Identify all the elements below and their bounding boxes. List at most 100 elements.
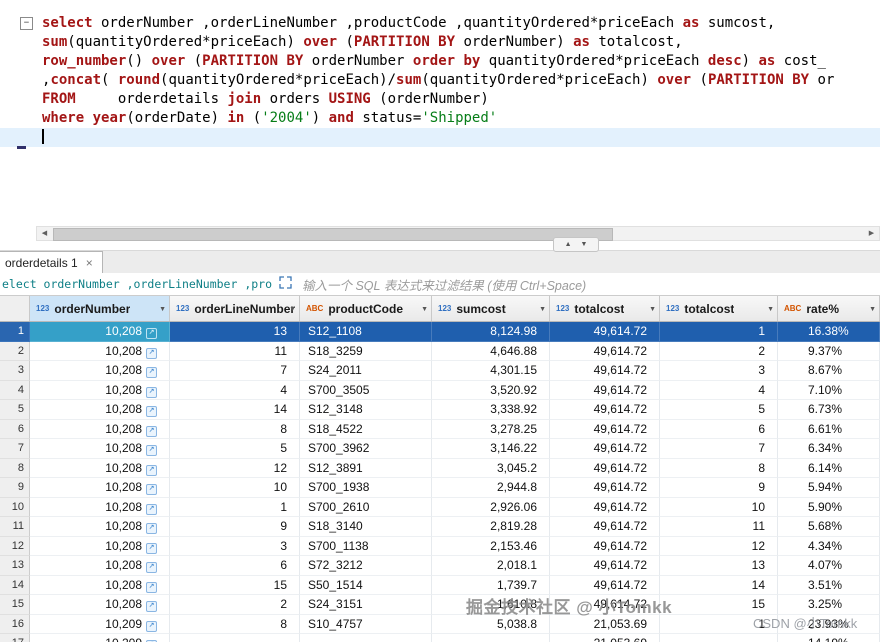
grid-cell[interactable]: 8 bbox=[660, 458, 778, 478]
column-dropdown-icon[interactable]: ▼ bbox=[421, 306, 428, 313]
grid-cell[interactable]: 10,208 ↗ bbox=[30, 556, 170, 576]
grid-cell[interactable]: 49,614.72 bbox=[550, 380, 660, 400]
grid-cell[interactable]: 13 bbox=[170, 322, 300, 342]
grid-cell[interactable]: S700_1938 bbox=[300, 478, 432, 498]
grid-cell[interactable]: 5 bbox=[170, 439, 300, 459]
row-number[interactable]: 6 bbox=[0, 419, 30, 439]
table-row[interactable]: 12 10,208 ↗ 3 S700_1138 2,153.46 49,614.72 12 4.… bbox=[0, 536, 880, 556]
grid-cell[interactable]: 8,124.98 bbox=[432, 322, 550, 342]
fk-link-icon[interactable]: ↗ bbox=[146, 542, 157, 554]
grid-cell[interactable]: 15 bbox=[660, 595, 778, 615]
grid-cell[interactable]: 14 bbox=[660, 575, 778, 595]
grid-cell[interactable]: S10_4757 bbox=[300, 614, 432, 634]
column-header-2-productCode[interactable]: ABC productCode ▼ bbox=[300, 296, 432, 321]
grid-cell[interactable]: 12 bbox=[660, 536, 778, 556]
grid-cell[interactable]: 21,053.69 bbox=[550, 634, 660, 642]
fk-link-icon[interactable]: ↗ bbox=[146, 347, 157, 359]
code-line[interactable]: FROM orderdetails join orders USING (ord… bbox=[0, 90, 880, 109]
grid-cell[interactable]: S12_3148 bbox=[300, 400, 432, 420]
column-dropdown-icon[interactable]: ▼ bbox=[869, 306, 876, 313]
grid-cell[interactable]: 5.94% bbox=[778, 478, 880, 498]
column-dropdown-icon[interactable]: ▼ bbox=[767, 306, 774, 313]
row-number[interactable]: 15 bbox=[0, 595, 30, 615]
grid-cell[interactable]: 9 bbox=[660, 478, 778, 498]
table-row[interactable]: 14 10,208 ↗ 15 S50_1514 1,739.7 49,614.72 14 3.5… bbox=[0, 575, 880, 595]
grid-cell[interactable]: 3,338.92 bbox=[432, 400, 550, 420]
grid-cell[interactable]: 49,614.72 bbox=[550, 536, 660, 556]
grid-cell[interactable]: S700_3962 bbox=[300, 439, 432, 459]
grid-cell[interactable]: 8.67% bbox=[778, 361, 880, 381]
grid-cell[interactable]: 3.25% bbox=[778, 595, 880, 615]
grid-cell[interactable]: S72_3212 bbox=[300, 556, 432, 576]
grid-cell[interactable]: 3.51% bbox=[778, 575, 880, 595]
fk-link-icon[interactable]: ↗ bbox=[146, 406, 157, 417]
column-header-5-totalcost[interactable]: 123 totalcost ▼ bbox=[660, 296, 778, 321]
column-dropdown-icon[interactable]: ▼ bbox=[539, 306, 546, 313]
fk-link-icon[interactable]: ↗ bbox=[146, 562, 157, 573]
grid-cell[interactable]: 10,208 ↗ bbox=[30, 380, 170, 400]
grid-cell[interactable]: 3,146.22 bbox=[432, 439, 550, 459]
grid-cell[interactable]: 3,520.92 bbox=[432, 380, 550, 400]
column-dropdown-icon[interactable]: ▼ bbox=[159, 306, 166, 313]
row-number[interactable]: 16 bbox=[0, 614, 30, 634]
grid-cell[interactable]: 49,614.72 bbox=[550, 419, 660, 439]
table-row[interactable]: 6 10,208 ↗ 8 S18_4522 3,278.25 49,614.72 6 6.61% bbox=[0, 419, 880, 439]
table-row[interactable]: 1 10,208 ↗ 13 S12_1108 8,124.98 49,614.72 1 16.3… bbox=[0, 322, 880, 342]
fk-link-icon[interactable]: ↗ bbox=[146, 601, 157, 612]
fk-link-icon[interactable]: ↗ bbox=[146, 425, 157, 437]
scrollbar-thumb[interactable] bbox=[53, 228, 613, 241]
table-row[interactable]: 13 10,208 ↗ 6 S72_3212 2,018.1 49,614.72 13 4.07… bbox=[0, 556, 880, 576]
grid-cell[interactable]: 2 bbox=[660, 341, 778, 361]
grid-cell[interactable]: 49,614.72 bbox=[550, 458, 660, 478]
grid-cell[interactable]: 10 bbox=[660, 497, 778, 517]
grid-cell[interactable]: S700_2610 bbox=[300, 497, 432, 517]
table-row[interactable]: 16 10,209 ↗ 8 S10_4757 5,038.8 21,053.69 1 23.93… bbox=[0, 614, 880, 634]
row-number[interactable]: 14 bbox=[0, 575, 30, 595]
grid-cell[interactable]: 3 bbox=[170, 536, 300, 556]
code-line[interactable] bbox=[0, 128, 880, 147]
grid-cell[interactable]: 10,208 ↗ bbox=[30, 400, 170, 420]
grid-cell[interactable]: 10,208 ↗ bbox=[30, 497, 170, 517]
grid-cell[interactable]: 49,614.72 bbox=[550, 439, 660, 459]
fk-link-icon[interactable]: ↗ bbox=[146, 581, 157, 593]
table-row[interactable]: 11 10,208 ↗ 9 S18_3140 2,819.28 49,614.72 11 5.6… bbox=[0, 517, 880, 537]
table-row[interactable]: 3 10,208 ↗ 7 S24_2011 4,301.15 49,614.72 3 8.67% bbox=[0, 361, 880, 381]
grid-cell[interactable]: 10,208 ↗ bbox=[30, 439, 170, 459]
grid-cell[interactable]: 4.07% bbox=[778, 556, 880, 576]
grid-cell[interactable]: 4 bbox=[170, 380, 300, 400]
grid-cell[interactable]: 7 bbox=[660, 439, 778, 459]
grid-cell[interactable]: 4 bbox=[660, 380, 778, 400]
table-row[interactable]: 9 10,208 ↗ 10 S700_1938 2,944.8 49,614.72 9 5.94… bbox=[0, 478, 880, 498]
grid-cell[interactable]: S12_1108 bbox=[300, 322, 432, 342]
grid-cell[interactable]: 7 bbox=[170, 361, 300, 381]
grid-cell[interactable]: 6 bbox=[660, 419, 778, 439]
grid-cell[interactable]: 6.73% bbox=[778, 400, 880, 420]
grid-cell[interactable]: 2,819.28 bbox=[432, 517, 550, 537]
code-line[interactable]: where year(orderDate) in ('2004') and st… bbox=[0, 109, 880, 128]
grid-cell[interactable]: 10,208 ↗ bbox=[30, 575, 170, 595]
table-row[interactable]: 1710,209↗ 21,053.69 14.19% bbox=[0, 634, 880, 642]
grid-cell[interactable]: 10,209↗ bbox=[30, 634, 170, 642]
row-number[interactable]: 3 bbox=[0, 361, 30, 381]
column-header-1-orderLineNumber[interactable]: 123 orderLineNumber ▼ bbox=[170, 296, 300, 321]
grid-cell[interactable]: 3 bbox=[660, 361, 778, 381]
fk-link-icon[interactable]: ↗ bbox=[146, 464, 157, 476]
filter-input[interactable]: 输入一个 SQL 表达式来过滤结果 (使用 Ctrl+Space) bbox=[298, 275, 880, 294]
grid-cell[interactable]: 6 bbox=[170, 556, 300, 576]
column-header-0-orderNumber[interactable]: 123 orderNumber ▼ bbox=[30, 296, 170, 321]
grid-cell[interactable]: 11 bbox=[170, 341, 300, 361]
grid-cell[interactable] bbox=[660, 634, 778, 642]
grid-cell[interactable]: 49,614.72 bbox=[550, 478, 660, 498]
grid-cell[interactable] bbox=[432, 634, 550, 642]
grid-cell[interactable]: 49,614.72 bbox=[550, 556, 660, 576]
grid-cell[interactable]: 1 bbox=[170, 497, 300, 517]
fk-link-icon[interactable]: ↗ bbox=[146, 328, 157, 339]
grid-cell[interactable]: 5 bbox=[660, 400, 778, 420]
grid-cell[interactable]: 10,208 ↗ bbox=[30, 419, 170, 439]
code-line[interactable]: ,concat( round(quantityOrdered*priceEach… bbox=[0, 71, 880, 90]
grid-cell[interactable]: 7.10% bbox=[778, 380, 880, 400]
fk-link-icon[interactable]: ↗ bbox=[146, 523, 157, 534]
grid-cell[interactable]: 8 bbox=[170, 614, 300, 634]
grid-cell[interactable]: S700_3505 bbox=[300, 380, 432, 400]
fk-link-icon[interactable]: ↗ bbox=[146, 484, 157, 495]
